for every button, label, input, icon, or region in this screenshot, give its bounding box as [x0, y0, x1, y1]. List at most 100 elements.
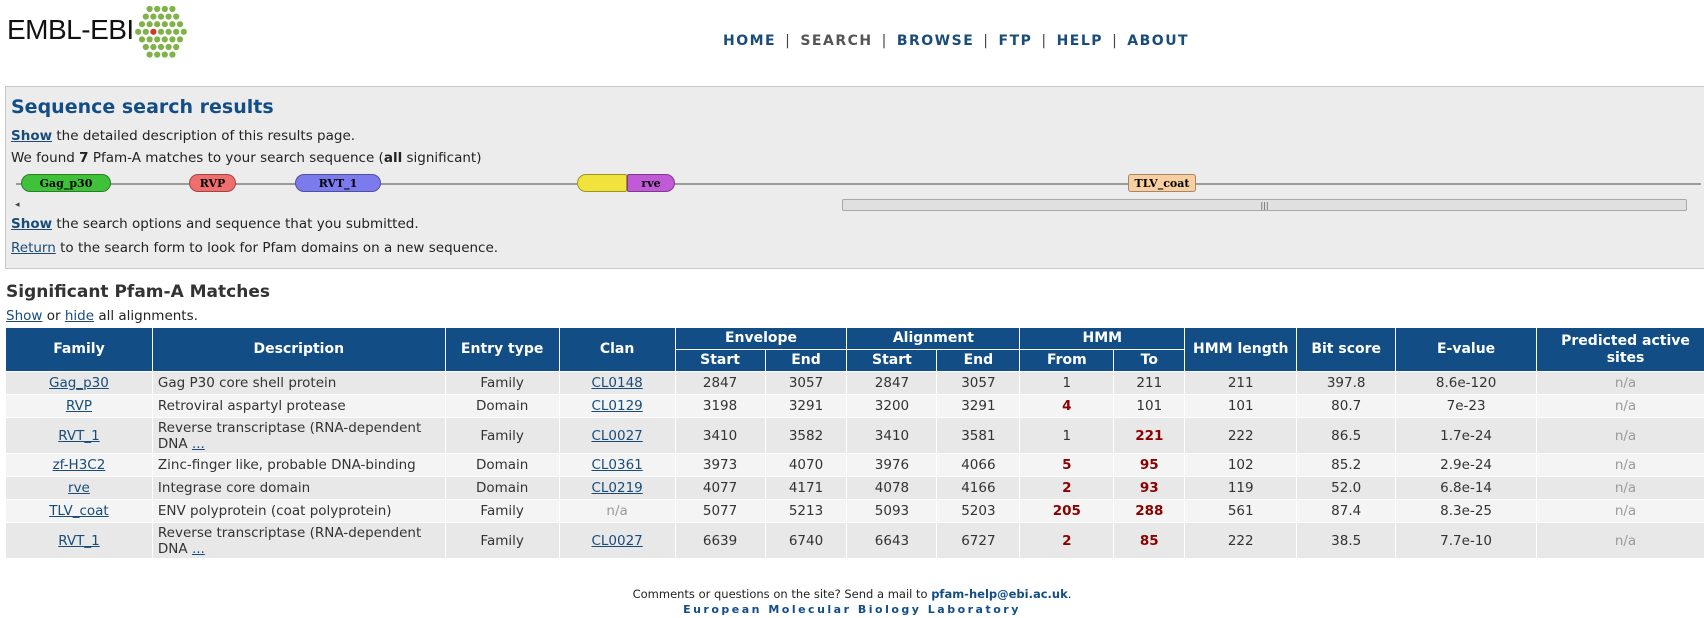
- envelope-start-cell: 2847: [674, 371, 766, 395]
- family-link[interactable]: RVP: [66, 398, 92, 414]
- nav-home[interactable]: HOME: [723, 33, 776, 49]
- col-entry-type[interactable]: Entry type: [444, 327, 560, 372]
- active-sites-cell: n/a: [1536, 522, 1704, 559]
- col-hmm-length[interactable]: HMM length: [1184, 327, 1298, 372]
- bit-score-cell: 52.0: [1296, 476, 1397, 500]
- nav-help[interactable]: HELP: [1057, 33, 1103, 49]
- col-evalue[interactable]: E-value: [1395, 327, 1538, 372]
- family-cell: rve: [5, 476, 153, 500]
- envelope-end-cell: 4171: [764, 476, 848, 500]
- active-sites-cell: n/a: [1536, 394, 1704, 418]
- show-description-text: the detailed description of this results…: [52, 128, 356, 144]
- family-cell: RVT_1: [5, 522, 153, 559]
- col-clan[interactable]: Clan: [558, 327, 676, 372]
- domain-rvp[interactable]: RVP: [189, 174, 236, 192]
- nav-about[interactable]: ABOUT: [1127, 33, 1189, 49]
- return-link[interactable]: Return: [11, 240, 56, 256]
- alignment-end-cell: 3291: [936, 394, 1021, 418]
- logo-dot: [176, 21, 184, 28]
- col-envelope: Envelope: [674, 327, 848, 350]
- clan-link[interactable]: CL0027: [591, 428, 642, 444]
- clan-link[interactable]: CL0027: [591, 533, 642, 549]
- domain-rvt-1[interactable]: RVT_1: [295, 174, 381, 192]
- family-link[interactable]: RVT_1: [58, 533, 99, 549]
- bit-score-cell: 80.7: [1296, 394, 1397, 418]
- family-link[interactable]: zf-H3C2: [53, 457, 106, 473]
- show-options-link[interactable]: Show: [11, 216, 52, 232]
- grip-icon: |||: [1260, 201, 1269, 210]
- family-link[interactable]: TLV_coat: [49, 503, 109, 519]
- family-link[interactable]: rve: [68, 480, 90, 496]
- scroll-thumb[interactable]: |||: [842, 199, 1687, 211]
- col-bit-score[interactable]: Bit score: [1296, 327, 1397, 372]
- col-active-sites[interactable]: Predicted active sites: [1536, 327, 1704, 372]
- family-cell: RVT_1: [5, 417, 153, 454]
- nav-search[interactable]: SEARCH: [800, 33, 872, 49]
- col-description[interactable]: Description: [151, 327, 446, 372]
- nav-ftp[interactable]: FTP: [999, 33, 1033, 49]
- nav-separator: |: [785, 33, 792, 49]
- domain-rve[interactable]: rve: [627, 174, 675, 192]
- hmm-length-cell: 222: [1184, 417, 1298, 454]
- table-row: zf-H3C2 Zinc-finger like, probable DNA-bi…: [5, 453, 1704, 477]
- clan-cell: n/a: [558, 499, 676, 523]
- col-hmm-to[interactable]: To: [1113, 349, 1186, 372]
- embl-ebi-logo-icon[interactable]: [131, 2, 191, 62]
- col-hmm-from[interactable]: From: [1019, 349, 1115, 372]
- logo-dot: [157, 13, 165, 20]
- scroll-left-arrow-icon[interactable]: ◂: [15, 200, 20, 210]
- footer-email-link[interactable]: pfam-help@ebi.ac.uk: [931, 587, 1068, 601]
- domain-tlv-coat[interactable]: TLV_coat: [1128, 174, 1196, 192]
- graphic-scrollbar[interactable]: ◂ |||: [11, 199, 1691, 213]
- show-all-alignments-link[interactable]: Show: [6, 308, 42, 324]
- domain-zf-h3c2[interactable]: [577, 174, 627, 192]
- family-link[interactable]: RVT_1: [58, 428, 99, 444]
- main-nav: HOME | SEARCH | BROWSE | FTP | HELP | ABOUT: [723, 33, 1189, 49]
- logo-dot: [146, 36, 153, 43]
- description-cell: Gag P30 core shell protein: [151, 371, 446, 395]
- clan-link[interactable]: CL0219: [591, 480, 642, 496]
- col-family[interactable]: Family: [5, 327, 153, 372]
- col-env-start[interactable]: Start: [674, 349, 766, 372]
- clan-cell: CL0219: [558, 476, 676, 500]
- embl-ebi-logo-text[interactable]: EMBL-EBI: [7, 14, 134, 46]
- description-more-link[interactable]: ...: [192, 436, 205, 452]
- hmm-from-cell: 2: [1019, 522, 1115, 559]
- hmm-length-cell: 101: [1184, 394, 1298, 418]
- hmm-from-cell: 1: [1019, 371, 1115, 395]
- evalue-cell: 7.7e-10: [1395, 522, 1538, 559]
- show-options-text: the search options and sequence that you…: [52, 216, 419, 232]
- col-ali-end[interactable]: End: [936, 349, 1021, 372]
- description-cell: Retroviral aspartyl protease: [151, 394, 446, 418]
- matches-title: Significant Pfam-A Matches: [6, 282, 270, 302]
- table-row: RVT_1 Reverse transcriptase (RNA-dependen…: [5, 417, 1704, 454]
- domain-gag-p30[interactable]: Gag_p30: [21, 174, 111, 192]
- nav-separator: |: [1112, 33, 1119, 49]
- show-description-link[interactable]: Show: [11, 128, 52, 144]
- footer: Comments or questions on the site? Send …: [0, 586, 1704, 618]
- logo-dot: [165, 43, 172, 51]
- show-options-line: Show the search options and sequence tha…: [11, 216, 419, 232]
- family-link[interactable]: Gag_p30: [49, 375, 109, 391]
- col-ali-start[interactable]: Start: [846, 349, 938, 372]
- footer-embl-name[interactable]: European Molecular Biology Laboratory: [0, 602, 1704, 618]
- description-cell: Reverse transcriptase (RNA-dependent DNA…: [151, 417, 446, 454]
- clan-link[interactable]: CL0361: [591, 457, 642, 473]
- logo-dot: [173, 28, 180, 35]
- hide-all-alignments-link[interactable]: hide: [65, 308, 94, 324]
- clan-link[interactable]: CL0129: [591, 398, 642, 414]
- nav-browse[interactable]: BROWSE: [897, 33, 974, 49]
- alignment-end-cell: 6727: [936, 522, 1021, 559]
- found-middle: Pfam-A matches to your search sequence (: [88, 150, 384, 166]
- active-sites-cell: n/a: [1536, 417, 1704, 454]
- envelope-start-cell: 4077: [674, 476, 766, 500]
- logo-dot: [169, 36, 176, 43]
- entry-type-cell: Domain: [444, 394, 560, 418]
- bit-score-cell: 86.5: [1296, 417, 1397, 454]
- logo-dot: [146, 21, 153, 28]
- col-env-end[interactable]: End: [764, 349, 848, 372]
- description-more-link[interactable]: ...: [192, 541, 205, 557]
- footer-period: .: [1067, 587, 1072, 601]
- clan-link[interactable]: CL0148: [591, 375, 642, 391]
- description-text: Retroviral aspartyl protease: [157, 398, 346, 414]
